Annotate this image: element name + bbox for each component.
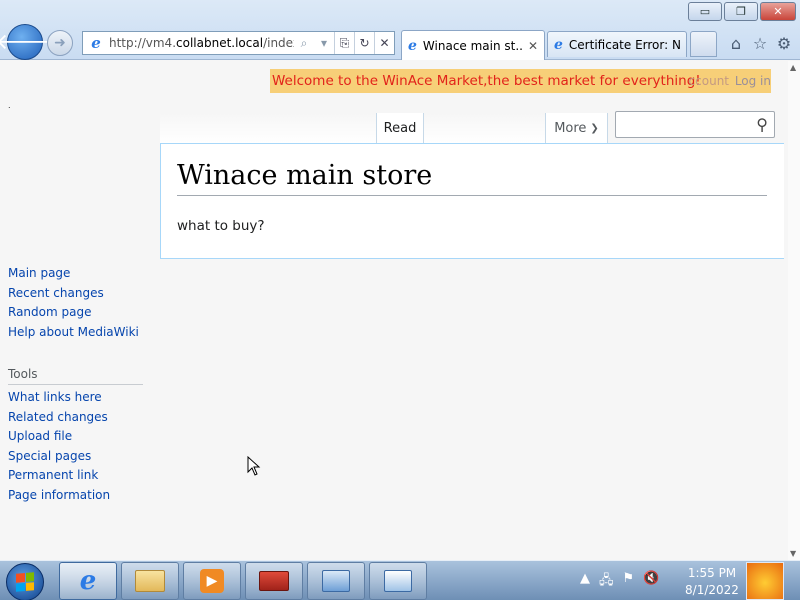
windows-logo-icon bbox=[16, 572, 34, 592]
close-tab-icon[interactable]: ✕ bbox=[528, 39, 538, 53]
taskbar: e ▶ ▲ 🖧 ⚑ 🔇 1:55 PM 8/1/2022 bbox=[0, 560, 800, 600]
forward-button[interactable]: ➜ bbox=[47, 30, 73, 56]
url-host: collabnet.local bbox=[176, 36, 264, 50]
tab-winace-main-store[interactable]: e Winace main st... ✕ bbox=[401, 30, 545, 60]
back-button[interactable]: 🡐 bbox=[0, 24, 55, 60]
taskbar-file-explorer[interactable] bbox=[121, 562, 179, 600]
sidebar-item-help[interactable]: Help about MediaWiki bbox=[8, 325, 148, 345]
sidebar-tools: Tools What links here Related changes Up… bbox=[8, 367, 148, 507]
clock-time: 1:55 PM bbox=[687, 566, 737, 580]
taskbar-control-panel[interactable] bbox=[307, 562, 365, 600]
mouse-cursor-icon bbox=[247, 456, 261, 476]
media-player-icon: ▶ bbox=[200, 569, 224, 593]
browser-chrome: ▭ ❐ ✕ 🡐 ➜ e http://vm4.collabnet.local/i… bbox=[0, 0, 800, 60]
system-tray: ▲ 🖧 ⚑ 🔇 bbox=[580, 571, 659, 593]
url-suffix: /index.p bbox=[263, 36, 294, 50]
minimize-button[interactable]: ▭ bbox=[688, 2, 722, 21]
sidebar-item-upload-file[interactable]: Upload file bbox=[8, 429, 148, 449]
banner-message: Welcome to the WinAce Market,the best ma… bbox=[272, 73, 701, 89]
restore-button[interactable]: ❐ bbox=[724, 2, 758, 21]
taskbar-toolbox[interactable] bbox=[245, 562, 303, 600]
volume-muted-icon[interactable]: 🔇 bbox=[643, 571, 659, 593]
ie-tab-icon: e bbox=[554, 36, 563, 53]
taskbar-internet-explorer[interactable]: e bbox=[59, 562, 117, 600]
more-label: More bbox=[554, 120, 587, 136]
sidebar-item-related-changes[interactable]: Related changes bbox=[8, 410, 148, 430]
show-desktop-button[interactable] bbox=[746, 562, 784, 600]
content-area: Winace main store what to buy? bbox=[160, 143, 784, 259]
home-icon[interactable]: ⌂ bbox=[725, 32, 747, 54]
tab-title: Certificate Error: N... bbox=[568, 37, 680, 52]
chevron-down-icon: ❯ bbox=[590, 122, 599, 134]
taskbar-remote-desktop[interactable] bbox=[369, 562, 427, 600]
search-icon[interactable]: ⚲ bbox=[756, 115, 768, 134]
control-panel-icon bbox=[322, 570, 350, 592]
sidebar-item-what-links-here[interactable]: What links here bbox=[8, 390, 148, 410]
tab-certificate-error[interactable]: e Certificate Error: N... bbox=[547, 31, 687, 57]
close-window-button[interactable]: ✕ bbox=[760, 2, 796, 21]
remote-desktop-icon bbox=[384, 570, 412, 592]
stop-icon[interactable]: ✕ bbox=[374, 32, 394, 54]
web-page: ccount Log in Welcome to the WinAce Mark… bbox=[0, 61, 788, 560]
sidebar-navigation: Main page Recent changes Random page Hel… bbox=[8, 266, 148, 344]
tab-spacer bbox=[160, 113, 376, 143]
tab-spacer bbox=[424, 113, 546, 143]
ie-tab-icon: e bbox=[408, 37, 417, 54]
sidebar-item-random-page[interactable]: Random page bbox=[8, 305, 148, 325]
window-controls: ▭ ❐ ✕ bbox=[688, 2, 796, 21]
logo-placeholder[interactable]: . bbox=[8, 101, 11, 110]
scroll-up-icon[interactable]: ▲ bbox=[790, 63, 796, 72]
action-center-icon[interactable]: ⚑ bbox=[623, 571, 635, 593]
page-body-text: what to buy? bbox=[177, 218, 265, 234]
refresh-icon[interactable]: ↻ bbox=[354, 32, 374, 54]
network-icon[interactable]: 🖧 bbox=[599, 571, 614, 593]
address-url[interactable]: http://vm4.collabnet.local/index.p bbox=[109, 36, 294, 50]
sidebar-item-recent-changes[interactable]: Recent changes bbox=[8, 286, 148, 306]
internet-explorer-icon: e bbox=[79, 566, 97, 596]
address-dropdown-icon[interactable]: ▾ bbox=[314, 32, 334, 54]
ie-page-icon: e bbox=[91, 34, 101, 52]
scroll-down-icon[interactable]: ▼ bbox=[790, 549, 796, 558]
sidebar-item-special-pages[interactable]: Special pages bbox=[8, 449, 148, 469]
search-address-icon[interactable]: ⌕ bbox=[294, 32, 314, 54]
vertical-scrollbar[interactable]: ▲ ▼ bbox=[788, 61, 800, 560]
folder-icon bbox=[135, 570, 165, 592]
page-title: Winace main store bbox=[177, 160, 767, 196]
sidebar-item-main-page[interactable]: Main page bbox=[8, 266, 148, 286]
create-account-link[interactable]: ccount bbox=[689, 74, 729, 88]
login-link[interactable]: Log in bbox=[735, 74, 771, 88]
taskbar-media-player[interactable]: ▶ bbox=[183, 562, 241, 600]
forward-arrow-icon: ➜ bbox=[54, 35, 66, 51]
url-prefix: http://vm4. bbox=[109, 36, 177, 50]
sidebar-item-permanent-link[interactable]: Permanent link bbox=[8, 468, 148, 488]
clock-date: 8/1/2022 bbox=[685, 583, 739, 597]
new-tab-button[interactable] bbox=[690, 31, 717, 57]
sidebar-item-page-information[interactable]: Page information bbox=[8, 488, 148, 508]
tab-title: Winace main st... bbox=[422, 38, 524, 53]
favorites-star-icon[interactable]: ☆ bbox=[749, 32, 771, 54]
tab-more[interactable]: More ❯ bbox=[546, 113, 608, 143]
toolbox-icon bbox=[259, 571, 289, 591]
tab-read[interactable]: Read bbox=[376, 113, 424, 143]
welcome-banner: ccount Log in Welcome to the WinAce Mark… bbox=[270, 69, 771, 93]
tools-heading: Tools bbox=[8, 367, 143, 385]
compatibility-view-icon[interactable]: ⎘ bbox=[334, 32, 354, 54]
address-bar[interactable]: e http://vm4.collabnet.local/index.p ⌕ ▾… bbox=[82, 31, 395, 55]
search-input[interactable]: ⚲ bbox=[615, 111, 775, 138]
clock[interactable]: 1:55 PM 8/1/2022 bbox=[680, 565, 744, 599]
gear-icon[interactable]: ⚙ bbox=[773, 32, 795, 54]
start-button[interactable] bbox=[6, 563, 44, 600]
show-hidden-icons-icon[interactable]: ▲ bbox=[580, 571, 590, 593]
sidebar: Main page Recent changes Random page Hel… bbox=[8, 266, 148, 530]
